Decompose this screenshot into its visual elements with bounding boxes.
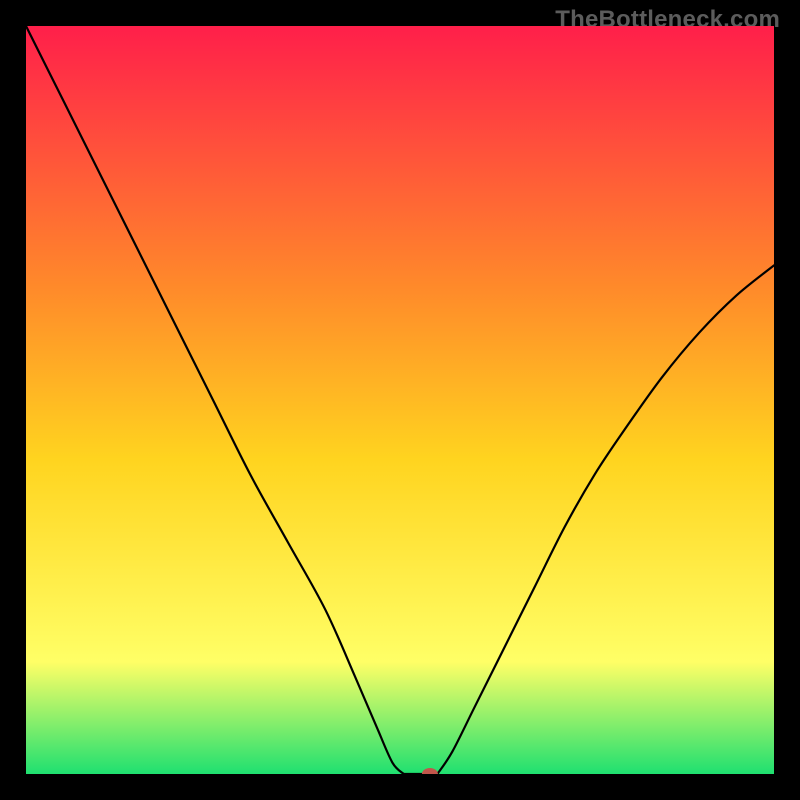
chart-frame: TheBottleneck.com [0,0,800,800]
plot-area [26,26,774,774]
gradient-background [26,26,774,774]
chart-svg [26,26,774,774]
